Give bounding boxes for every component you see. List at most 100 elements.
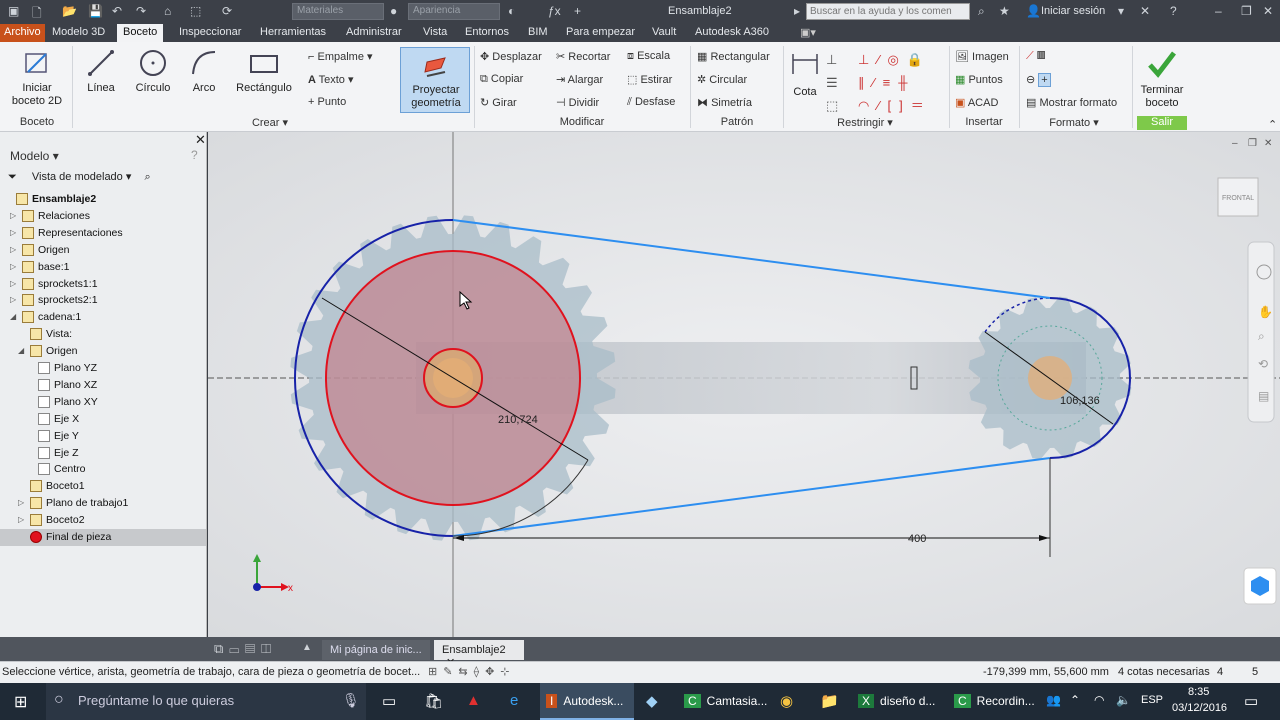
tab-vista[interactable]: Vista (423, 26, 447, 38)
taskbar-recording[interactable]: C Recordin... (948, 683, 1038, 720)
tree-item[interactable]: ▷ Origen (0, 242, 206, 259)
tree-item[interactable]: Eje Y (0, 428, 206, 445)
exchange-icon[interactable]: ✕ (1140, 4, 1150, 18)
app-icon[interactable]: ◆ (646, 692, 658, 710)
tab-inspeccionar[interactable]: Inspeccionar (179, 26, 241, 38)
close-browser-icon[interactable]: ✕ (195, 132, 206, 148)
constraint-icons[interactable]: ⊥ ☰ ⬚ (826, 48, 838, 117)
find-icon[interactable]: ⌕ (144, 171, 150, 183)
tree-item[interactable]: Plano YZ (0, 360, 206, 377)
scale-button[interactable]: ⧈ Escala (627, 50, 670, 63)
tree-item[interactable]: ▷ Plano de trabajo1 (0, 495, 206, 512)
browser-help-icon[interactable]: ? (191, 148, 198, 162)
app-logo-icon[interactable]: ▣ (8, 4, 19, 18)
rectangular-pattern-button[interactable]: ▦ Rectangular (697, 50, 770, 63)
move-button[interactable]: ✥ Desplazar (480, 50, 542, 63)
tree-item[interactable]: ▷ Boceto2 (0, 512, 206, 529)
stretch-button[interactable]: ⬚ Estirar (627, 73, 672, 86)
parallel2-icon[interactable]: ∥ (858, 75, 873, 90)
help-icon[interactable]: ? (1170, 4, 1177, 18)
doc-restore-icon[interactable]: ❐ (1248, 138, 1257, 149)
color-override-icon[interactable]: ◐ (508, 4, 515, 18)
windows-start-icon[interactable]: ⊞ (14, 692, 27, 712)
insert-image-button[interactable]: 🖼 Imagen (955, 50, 1009, 63)
store-icon[interactable]: 🛍 (424, 692, 443, 710)
panel-crear-title[interactable]: Crear ▾ (240, 116, 300, 129)
language-indicator[interactable]: ESP (1141, 694, 1163, 706)
close-icon[interactable]: ✕ (1263, 4, 1273, 18)
tab-boceto[interactable]: Boceto (117, 24, 164, 42)
project-geometry-button[interactable]: Proyectar geometría (400, 47, 470, 113)
tab-entornos[interactable]: Entornos (465, 26, 509, 38)
expand-icon[interactable]: ◢ (10, 312, 16, 321)
volume-icon[interactable]: 🔈 (1116, 693, 1131, 707)
tree-item[interactable]: Plano XY (0, 394, 206, 411)
construction-icon[interactable]: ⟋ ▦ (1026, 50, 1046, 63)
tab-herramientas[interactable]: Herramientas (260, 26, 326, 38)
concentric-icon[interactable]: ◎ (888, 52, 907, 67)
point-button[interactable]: + Punto (308, 96, 346, 108)
expand-icon[interactable]: ◢ (18, 346, 24, 355)
tree-item[interactable]: Final de pieza (0, 529, 206, 546)
graphics-viewport[interactable]: 210,724 106,136 400 x FRONTAL ✋ ⌕ ⟲ ▤ – … (208, 132, 1280, 637)
finish-sketch-button[interactable]: Terminar boceto (1137, 48, 1187, 110)
tree-item[interactable]: ▷ Relaciones (0, 208, 206, 225)
file-explorer-icon[interactable]: 📁 (820, 692, 839, 710)
zoom-icon[interactable]: ⌕ (1258, 329, 1265, 343)
doc-close-icon[interactable]: ✕ (1264, 138, 1272, 149)
panel-restringir-title[interactable]: Restringir ▾ (820, 116, 910, 129)
tree-item[interactable]: ◢ Origen (0, 343, 206, 360)
star-icon[interactable]: ★ (999, 4, 1010, 18)
perpendicular-icon[interactable]: ⊥ (858, 52, 877, 67)
appearance-icon[interactable]: ● (390, 4, 397, 18)
tree-item[interactable]: Eje Z (0, 445, 206, 462)
pan-icon[interactable]: ✋ (1258, 305, 1273, 319)
look-at-icon[interactable]: ▤ (1258, 389, 1269, 403)
circle-button[interactable]: Círculo (132, 48, 174, 95)
doc-minimize-icon[interactable]: – (1232, 138, 1238, 149)
show-constraints-icon[interactable]: ☰ (826, 75, 838, 90)
tab-modelo-3d[interactable]: Modelo 3D (52, 26, 105, 38)
appearance-dropdown[interactable]: Apariencia (408, 3, 500, 20)
tree-item[interactable]: Boceto1 (0, 478, 206, 495)
show-format-button[interactable]: ▤ Mostrar formato (1026, 96, 1117, 109)
dimension-distance-text[interactable]: 400 (908, 533, 926, 545)
edge-icon[interactable]: e (510, 692, 518, 709)
insert-points-button[interactable]: ▦ Puntos (955, 73, 1003, 86)
chevron-up-icon[interactable]: ⌃ (1070, 693, 1080, 707)
tab-ensamblaje2[interactable]: Ensamblaje2 ✕ (434, 640, 524, 669)
chevron-down-icon[interactable]: ▾ (1118, 4, 1124, 18)
tab-archivo[interactable]: Archivo (0, 24, 45, 42)
tab-menu-icon[interactable]: ▲ (302, 642, 312, 653)
open-file-icon[interactable]: 📂 (62, 4, 77, 18)
user-icon[interactable]: 👤 (1026, 4, 1041, 18)
tab-home-page[interactable]: Mi página de inic... (322, 640, 430, 660)
undo-icon[interactable]: ↶ (112, 4, 122, 18)
taskbar-excel[interactable]: Xdiseño d... (852, 683, 944, 720)
tab-autodesk-a360[interactable]: Autodesk A360 (695, 26, 769, 38)
minimize-icon[interactable]: – (1215, 4, 1222, 18)
new-file-icon[interactable]: 🗋 (32, 4, 42, 25)
circular-pattern-button[interactable]: ✲ Circular (697, 73, 747, 86)
task-view-icon[interactable]: ▭ (382, 692, 396, 710)
tab-bim[interactable]: BIM (528, 26, 548, 38)
clock-date[interactable]: 03/12/2016 (1172, 702, 1227, 714)
expand-icon[interactable]: ▷ (10, 245, 16, 254)
tree-item[interactable]: ▷ sprockets1:1 (0, 276, 206, 293)
smooth-icon[interactable]: ∕ (877, 98, 887, 113)
select-icon[interactable]: ⬚ (190, 4, 201, 18)
offset-button[interactable]: ⫽ Desfase (627, 96, 675, 109)
split-button[interactable]: ⊣ Dividir (556, 96, 599, 109)
taskbar-camtasia[interactable]: C Camtasia... (678, 683, 770, 720)
acrobat-icon[interactable]: ▲ (466, 692, 481, 709)
view-dropdown[interactable]: Vista de modelado ▾ (32, 171, 132, 183)
tree-item[interactable]: ▷ base:1 (0, 259, 206, 276)
sign-in-button[interactable]: Iniciar sesión (1041, 5, 1105, 17)
notifications-icon[interactable]: ▭ (1244, 692, 1258, 710)
save-icon[interactable]: 💾 (88, 4, 103, 18)
binoculars-icon[interactable]: ⌕ (978, 4, 985, 19)
crosshair-icon[interactable]: + (574, 4, 581, 18)
material-dropdown[interactable]: Materiales (292, 3, 384, 20)
help-search-input[interactable]: Buscar en la ayuda y los comen (806, 3, 970, 20)
browser-title[interactable]: Modelo ▾ (10, 149, 59, 163)
